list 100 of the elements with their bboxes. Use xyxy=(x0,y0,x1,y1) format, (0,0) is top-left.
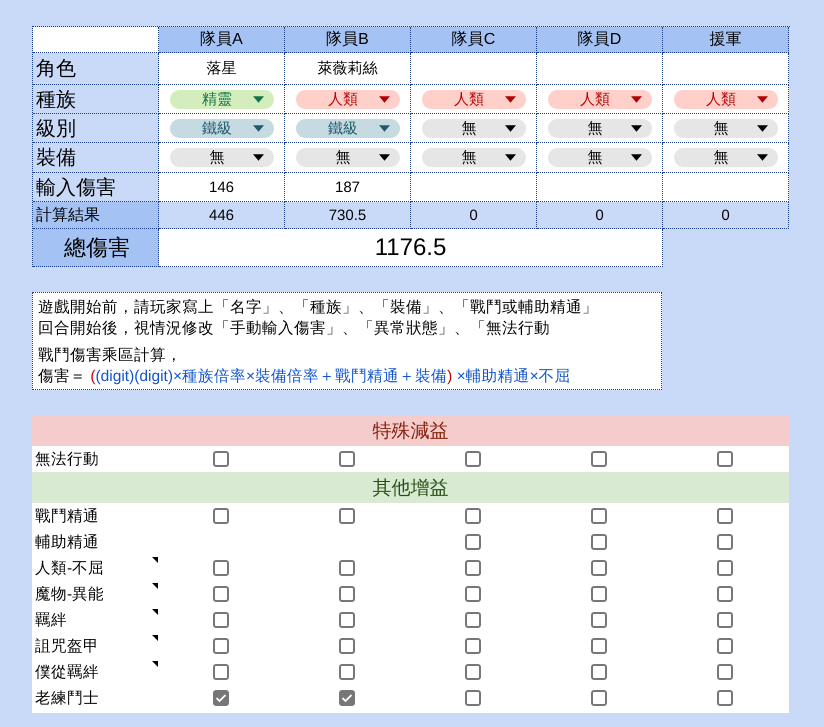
row-label: 種族 xyxy=(33,85,159,114)
dropdown[interactable]: 無 xyxy=(548,148,652,167)
checkbox[interactable] xyxy=(339,451,355,467)
dropdown[interactable]: 無 xyxy=(422,148,526,167)
checkbox[interactable] xyxy=(339,612,355,628)
checkbox[interactable] xyxy=(213,560,229,576)
checkbox[interactable] xyxy=(717,508,733,524)
caret-icon xyxy=(378,96,390,102)
checkbox[interactable] xyxy=(465,451,481,467)
checkbox[interactable] xyxy=(717,690,733,706)
table-cell: 萊薇莉絲 xyxy=(285,53,411,85)
dropdown[interactable]: 無 xyxy=(674,148,778,167)
checkbox[interactable] xyxy=(465,690,481,706)
dropdown[interactable]: 鐵級 xyxy=(170,118,274,138)
checkbox[interactable] xyxy=(591,638,607,654)
checkbox[interactable] xyxy=(591,534,607,550)
checkbox[interactable] xyxy=(213,586,229,602)
dropdown[interactable]: 無 xyxy=(674,118,778,138)
checkbox[interactable] xyxy=(465,638,481,654)
checkbox[interactable] xyxy=(717,451,733,467)
checkbox[interactable] xyxy=(339,638,355,654)
instruction-text: 遊戲開始前，請玩家寫上「名字」、「種族」、「裝備」、「戰鬥或輔助精通」 回合開始後，視情況修改「手動輸入傷害」、「異常狀態」、「無法行動 xyxy=(38,298,599,339)
row-label: 無法行動 xyxy=(35,450,99,470)
checkbox[interactable] xyxy=(465,508,481,524)
checkbox[interactable] xyxy=(717,586,733,602)
row-label: 戰鬥精通 xyxy=(35,506,99,526)
checkbox[interactable] xyxy=(213,451,229,467)
checkbox[interactable] xyxy=(465,586,481,602)
checkbox[interactable] xyxy=(591,560,607,576)
dropdown[interactable]: 人類 xyxy=(548,90,652,108)
checkbox[interactable] xyxy=(213,508,229,524)
table-cell: 0 xyxy=(537,202,663,229)
row-label: 人類-不屈 xyxy=(35,558,104,578)
caret-icon xyxy=(630,96,642,102)
caret-icon xyxy=(378,154,390,161)
caret-icon xyxy=(630,154,642,161)
table-cell: 落星 xyxy=(159,53,285,85)
dropdown[interactable]: 無 xyxy=(422,118,526,138)
checkbox[interactable] xyxy=(717,612,733,628)
checkbox[interactable] xyxy=(339,690,355,706)
checkbox[interactable] xyxy=(591,451,607,467)
checkbox[interactable] xyxy=(213,664,229,680)
checkbox[interactable] xyxy=(213,690,229,706)
dropdown[interactable]: 無 xyxy=(170,148,274,167)
dropdown[interactable]: 人類 xyxy=(296,90,400,108)
checkbox[interactable] xyxy=(717,664,733,680)
checkbox[interactable] xyxy=(717,638,733,654)
row-label: 輸入傷害 xyxy=(33,173,159,202)
dropdown[interactable]: 人類 xyxy=(422,90,526,108)
table-cell: 0 xyxy=(411,202,537,229)
caret-icon xyxy=(252,124,264,132)
checkbox[interactable] xyxy=(465,612,481,628)
row-label: 計算結果 xyxy=(33,202,159,229)
dropdown[interactable]: 無 xyxy=(296,148,400,167)
row-label: 輔助精通 xyxy=(35,532,99,552)
checkbox[interactable] xyxy=(465,664,481,680)
checkbox[interactable] xyxy=(213,612,229,628)
caret-icon xyxy=(756,124,768,132)
checkbox[interactable] xyxy=(591,690,607,706)
column-header: 隊員B xyxy=(285,27,411,53)
dropdown[interactable]: 鐵級 xyxy=(296,118,400,138)
checkbox[interactable] xyxy=(591,612,607,628)
caret-icon xyxy=(252,154,264,161)
total-value: 1176.5 xyxy=(159,229,663,267)
formula-text: 戰鬥傷害乘區計算， 傷害＝ ((digit)(digit)×種族倍率×裝備倍率＋戰鬥精通＋裝備) ×輔助精通×不屈 xyxy=(38,346,572,387)
dropdown[interactable]: 無 xyxy=(548,118,652,138)
checkbox[interactable] xyxy=(717,534,733,550)
column-header: 援軍 xyxy=(663,27,789,53)
checkbox[interactable] xyxy=(339,586,355,602)
checkbox[interactable] xyxy=(339,560,355,576)
caret-icon xyxy=(504,154,516,161)
row-label: 老練鬥士 xyxy=(35,688,99,708)
row-label: 魔物-異能 xyxy=(35,584,104,604)
row-label: 總傷害 xyxy=(33,229,159,267)
caret-icon xyxy=(378,124,390,132)
checkbox[interactable] xyxy=(339,664,355,680)
checkbox[interactable] xyxy=(339,508,355,524)
table-cell: 187 xyxy=(285,173,411,202)
checkbox[interactable] xyxy=(465,560,481,576)
table-cell: 0 xyxy=(663,202,789,229)
section-header: 特殊減益 xyxy=(32,415,789,446)
caret-icon xyxy=(756,96,768,102)
table-cell: 730.5 xyxy=(285,202,411,229)
caret-icon xyxy=(252,96,264,102)
row-label: 裝備 xyxy=(33,143,159,173)
checkbox[interactable] xyxy=(591,664,607,680)
column-header: 隊員C xyxy=(411,27,537,53)
checkbox[interactable] xyxy=(465,534,481,550)
row-label: 羈絆 xyxy=(35,610,67,630)
row-label: 級別 xyxy=(33,114,159,143)
caret-icon xyxy=(630,124,642,132)
checkbox[interactable] xyxy=(591,586,607,602)
checkbox[interactable] xyxy=(213,638,229,654)
table-cell: 446 xyxy=(159,202,285,229)
caret-icon xyxy=(504,96,516,102)
checkbox[interactable] xyxy=(591,508,607,524)
dropdown[interactable]: 精靈 xyxy=(170,90,274,108)
table-cell: 146 xyxy=(159,173,285,202)
checkbox[interactable] xyxy=(717,560,733,576)
dropdown[interactable]: 人類 xyxy=(674,90,778,108)
